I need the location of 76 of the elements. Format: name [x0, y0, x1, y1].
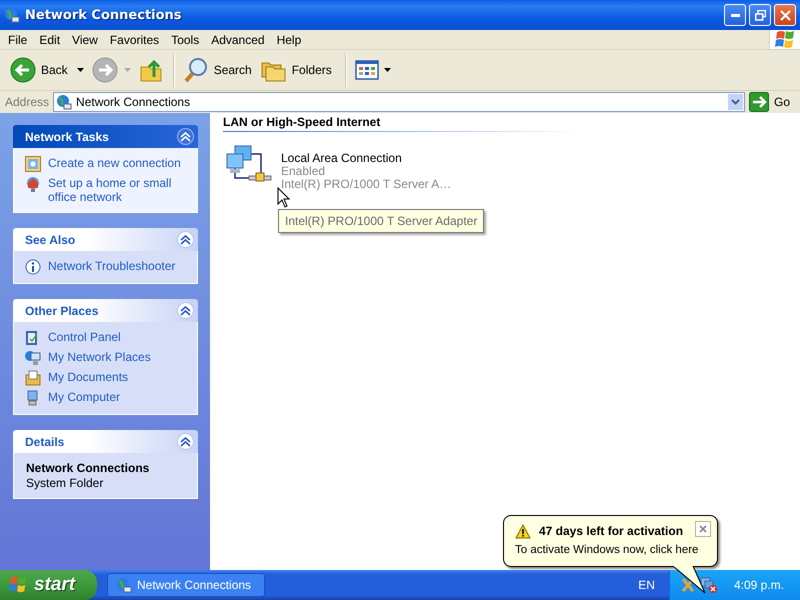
network-globe-icon — [4, 7, 20, 23]
double-chevron-up-icon — [180, 306, 191, 316]
menu-item[interactable]: Advanced — [205, 32, 271, 46]
menu-item[interactable]: Favorites — [104, 32, 166, 46]
caret-icon — [76, 68, 84, 72]
network-globe-icon — [56, 94, 72, 110]
group-header: LAN or High-Speed Internet — [223, 115, 583, 132]
close-icon — [780, 10, 790, 20]
dropdown-button[interactable] — [728, 94, 743, 110]
home-network-icon — [25, 176, 41, 192]
minimize-icon — [730, 14, 740, 16]
chevron-down-icon — [730, 99, 740, 105]
network-globe-icon — [116, 577, 132, 593]
menu-item[interactable]: File — [2, 32, 34, 46]
double-chevron-up-icon — [180, 132, 191, 142]
restore-button[interactable] — [749, 4, 771, 26]
menu-item[interactable]: Help — [270, 32, 308, 46]
folders-button[interactable]: Folders — [258, 56, 337, 84]
task-link[interactable]: Control Panel — [48, 330, 188, 344]
details-type: System Folder — [26, 476, 104, 490]
clock: 4:09 p.m. — [734, 578, 784, 592]
details-name: Network Connections — [26, 461, 150, 475]
task-link[interactable]: Set up a home or small office network — [48, 176, 188, 204]
collapse-button[interactable] — [177, 433, 194, 450]
views-button[interactable] — [352, 58, 393, 82]
window-title: Network Connections — [25, 8, 182, 22]
documents-icon — [25, 370, 41, 386]
pane-header[interactable]: Other Places — [13, 299, 198, 322]
restore-icon — [754, 10, 766, 20]
pane-title: Other Places — [25, 304, 98, 318]
collapse-button[interactable] — [177, 128, 194, 145]
pane-title: Details — [25, 434, 64, 448]
menu-item[interactable]: View — [66, 32, 104, 46]
collapse-button[interactable] — [177, 231, 194, 248]
address-field[interactable]: Network Connections — [53, 92, 745, 112]
back-button[interactable]: Back — [8, 55, 73, 85]
caret-icon — [124, 68, 131, 72]
connection-device: Intel(R) PRO/1000 T Server A… — [281, 178, 452, 191]
task-link[interactable]: Create a new connection — [48, 156, 188, 170]
balloon-title: 47 days left for activation — [539, 524, 684, 538]
pane-header[interactable]: Network Tasks — [13, 125, 198, 148]
taskbar-button[interactable]: Network Connections — [107, 573, 265, 597]
windows-logo-icon — [8, 576, 28, 594]
menu-item[interactable]: Edit — [33, 32, 66, 46]
search-button[interactable]: Search — [180, 55, 257, 85]
task-link[interactable]: My Documents — [48, 370, 188, 384]
close-icon — [699, 525, 707, 533]
pane-header[interactable]: Details — [13, 430, 198, 453]
language-indicator[interactable]: EN — [638, 578, 655, 592]
task-link[interactable]: My Network Places — [48, 350, 188, 364]
start-button[interactable]: start — [0, 570, 97, 600]
pane-header[interactable]: See Also — [13, 228, 198, 251]
menu-item[interactable]: Tools — [165, 32, 206, 46]
pane-title: Network Tasks — [25, 130, 109, 144]
activation-keys-icon[interactable] — [680, 577, 696, 593]
views-icon — [354, 60, 379, 80]
double-chevron-up-icon — [180, 436, 191, 446]
info-icon — [25, 259, 41, 275]
task-link[interactable]: My Computer — [48, 390, 188, 404]
double-chevron-up-icon — [180, 234, 191, 244]
connection-status: Enabled — [281, 165, 326, 178]
close-button[interactable] — [695, 521, 711, 537]
minimize-button[interactable] — [724, 4, 746, 26]
address-label: Address — [5, 95, 50, 109]
warning-icon — [515, 524, 531, 538]
connection-name[interactable]: Local Area Connection — [281, 152, 452, 165]
search-icon — [182, 57, 209, 83]
pane-title: See Also — [25, 232, 76, 246]
tooltip: Intel(R) PRO/1000 T Server Adapter — [278, 209, 484, 233]
network-places-icon — [25, 350, 41, 366]
go-button[interactable]: Go — [744, 92, 800, 112]
new-connection-icon — [25, 156, 41, 172]
collapse-button[interactable] — [177, 302, 194, 319]
folder-up-icon — [138, 57, 163, 83]
balloon-message: To activate Windows now, click here — [515, 544, 700, 556]
caret-icon — [384, 68, 391, 72]
